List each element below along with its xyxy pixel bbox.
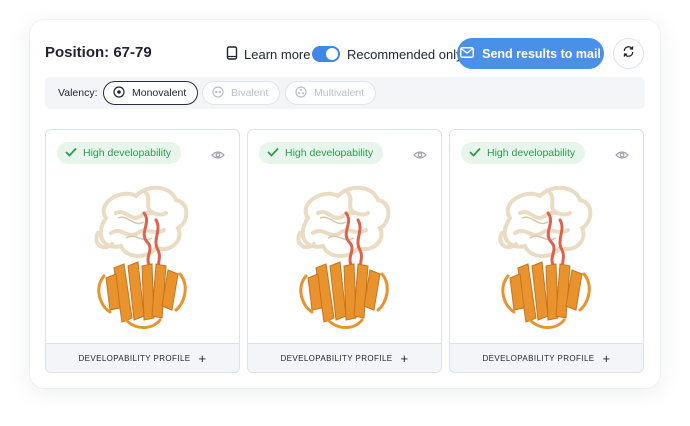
plus-icon: + — [400, 350, 409, 366]
eye-icon[interactable] — [615, 147, 629, 165]
protein-structure-image — [94, 185, 189, 329]
valency-option-label: Multivalent — [314, 87, 365, 99]
check-icon — [469, 147, 481, 160]
learn-more-link[interactable]: Learn more — [226, 44, 310, 64]
eye-icon[interactable] — [211, 147, 225, 165]
developability-badge: High developability — [259, 142, 384, 164]
eye-icon[interactable] — [413, 147, 427, 165]
valency-label: Valency: — [58, 87, 98, 99]
valency-filter-bar: Valency: Monovalent Bivalent Multivalent — [45, 77, 645, 109]
result-card: High developability DEVELOPABILITY PROFI… — [45, 129, 240, 373]
check-icon — [65, 147, 77, 160]
monovalent-icon — [113, 85, 125, 101]
send-results-button[interactable]: Send results to mail — [457, 38, 604, 69]
plus-icon: + — [198, 350, 207, 366]
recommended-only-toggle[interactable] — [312, 46, 340, 62]
developability-badge: High developability — [57, 142, 182, 164]
developability-badge: High developability — [461, 142, 586, 164]
developability-profile-label: DEVELOPABILITY PROFILE — [482, 353, 595, 363]
developability-badge-label: High developability — [83, 147, 172, 159]
protein-structure-image — [498, 185, 593, 329]
result-card: High developability DEVELOPABILITY PROFI… — [247, 129, 442, 373]
protein-structure-image — [296, 185, 391, 329]
send-results-label: Send results to mail — [482, 46, 601, 61]
bivalent-icon — [212, 85, 224, 101]
developability-profile-label: DEVELOPABILITY PROFILE — [78, 353, 191, 363]
mail-icon — [460, 46, 475, 61]
result-card: High developability DEVELOPABILITY PROFI… — [449, 129, 644, 373]
developability-profile-button[interactable]: DEVELOPABILITY PROFILE + — [248, 343, 441, 372]
developability-profile-label: DEVELOPABILITY PROFILE — [280, 353, 393, 363]
valency-option-label: Monovalent — [132, 87, 187, 99]
valency-option-multivalent[interactable]: Multivalent — [285, 81, 377, 105]
book-icon — [226, 45, 238, 63]
multivalent-icon — [295, 85, 307, 101]
page-title: Position: 67-79 — [45, 44, 152, 61]
developability-profile-button[interactable]: DEVELOPABILITY PROFILE + — [450, 343, 643, 372]
developability-badge-label: High developability — [487, 147, 576, 159]
plus-icon: + — [602, 350, 611, 366]
recommended-only-label: Recommended only — [347, 46, 463, 62]
check-icon — [267, 147, 279, 160]
valency-option-bivalent[interactable]: Bivalent — [202, 81, 281, 105]
valency-option-label: Bivalent — [231, 87, 269, 99]
developability-profile-button[interactable]: DEVELOPABILITY PROFILE + — [46, 343, 239, 372]
developability-badge-label: High developability — [285, 147, 374, 159]
learn-more-label: Learn more — [244, 46, 311, 62]
refresh-icon — [622, 45, 635, 63]
recommended-only-control: Recommended only — [312, 44, 463, 64]
valency-option-monovalent[interactable]: Monovalent — [103, 81, 199, 105]
refresh-button[interactable] — [613, 38, 644, 69]
